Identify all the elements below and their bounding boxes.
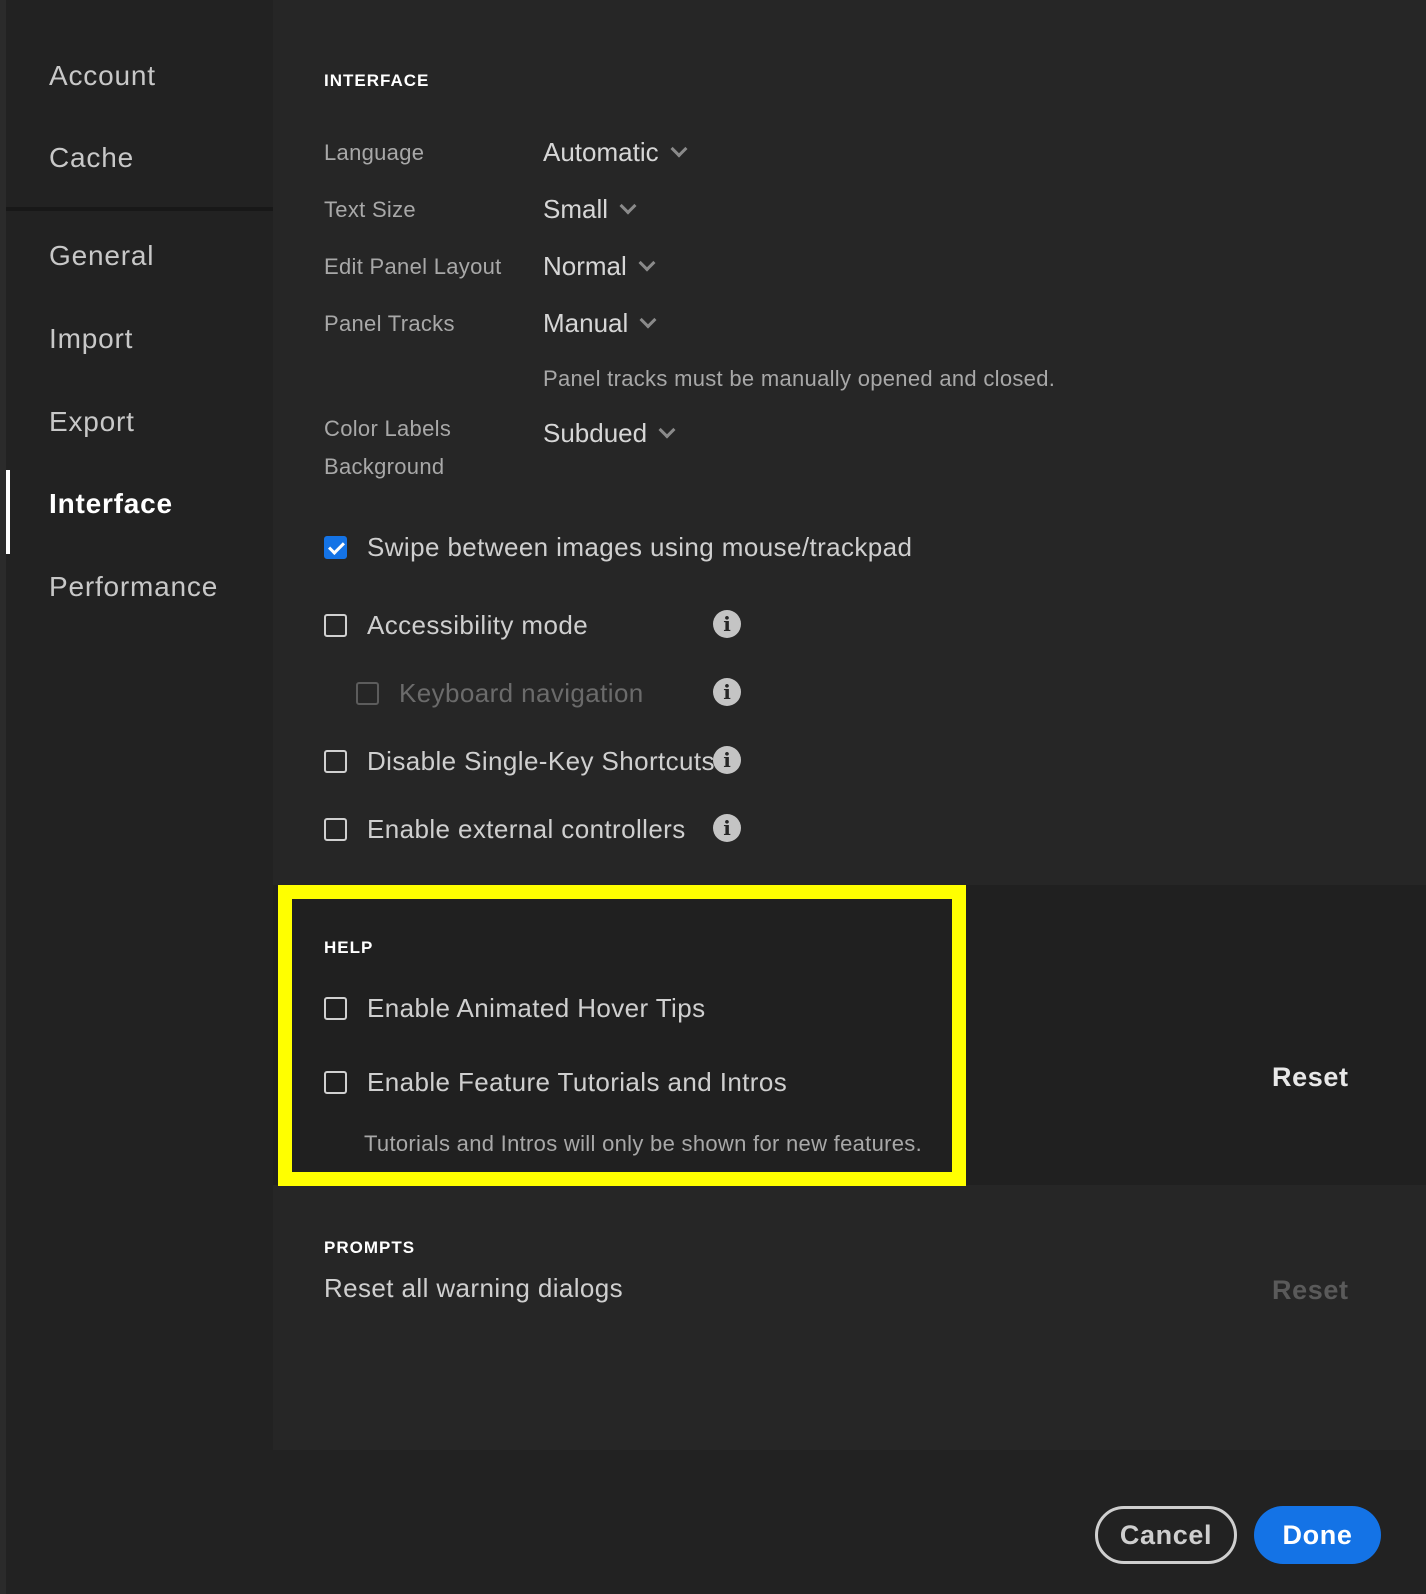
prompts-reset-button[interactable]: Reset (1272, 1275, 1349, 1306)
accessibility-label: Accessibility mode (367, 610, 589, 640)
chevron-down-icon (639, 311, 657, 328)
sidebar-item-cache[interactable]: Cache (49, 142, 134, 174)
info-icon[interactable]: i (713, 610, 741, 638)
swipe-checkbox[interactable] (324, 536, 347, 559)
color-labels-dropdown[interactable]: Subdued (543, 418, 676, 449)
color-labels-label: Color Labels (324, 416, 452, 441)
language-dropdown[interactable]: Automatic (543, 137, 688, 168)
accessibility-checkbox[interactable] (324, 614, 347, 637)
highlight-box (278, 885, 966, 1186)
chevron-down-icon (670, 140, 688, 157)
single-key-option[interactable]: Disable Single-Key Shortcuts (324, 746, 715, 777)
info-icon[interactable]: i (713, 678, 741, 706)
sidebar-item-interface[interactable]: Interface (49, 488, 173, 520)
controllers-label: Enable external controllers (367, 814, 686, 844)
swipe-label: Swipe between images using mouse/trackpa… (367, 532, 913, 562)
help-reset-button[interactable]: Reset (1272, 1062, 1349, 1093)
color-labels-value: Subdued (543, 418, 648, 448)
color-labels-label-line2: Background (324, 454, 445, 479)
panel-tracks-label: Panel Tracks (324, 311, 455, 336)
preferences-sidebar: Account Cache General Import Export Inte… (6, 0, 273, 1594)
chevron-down-icon (619, 197, 637, 214)
keyboard-navigation-checkbox[interactable] (356, 682, 379, 705)
swipe-option[interactable]: Swipe between images using mouse/trackpa… (324, 532, 912, 563)
text-size-label: Text Size (324, 197, 416, 222)
panel-tracks-value: Manual (543, 308, 629, 338)
language-label: Language (324, 140, 425, 165)
text-size-value: Small (543, 194, 609, 224)
edit-panel-layout-label: Edit Panel Layout (324, 254, 502, 279)
done-button[interactable]: Done (1254, 1506, 1381, 1564)
panel-tracks-hint: Panel tracks must be manually opened and… (543, 366, 1056, 391)
sidebar-item-import[interactable]: Import (49, 323, 133, 355)
info-icon[interactable]: i (713, 814, 741, 842)
sidebar-divider (6, 207, 273, 211)
single-key-label: Disable Single-Key Shortcuts (367, 746, 715, 776)
settings-panel: INTERFACE Language Automatic Text Size S… (273, 0, 1426, 1450)
keyboard-navigation-option[interactable]: Keyboard navigation (356, 678, 644, 709)
sidebar-item-export[interactable]: Export (49, 406, 135, 438)
accessibility-option[interactable]: Accessibility mode (324, 610, 588, 641)
controllers-checkbox[interactable] (324, 818, 347, 841)
keyboard-navigation-label: Keyboard navigation (399, 678, 644, 708)
reset-warnings-label: Reset all warning dialogs (324, 1273, 624, 1303)
info-icon[interactable]: i (713, 746, 741, 774)
sidebar-item-performance[interactable]: Performance (49, 571, 218, 603)
edit-panel-layout-dropdown[interactable]: Normal (543, 251, 656, 282)
single-key-checkbox[interactable] (324, 750, 347, 773)
cancel-button[interactable]: Cancel (1095, 1506, 1237, 1564)
chevron-down-icon (658, 421, 676, 438)
chevron-down-icon (638, 254, 656, 271)
edit-panel-layout-value: Normal (543, 251, 627, 281)
language-value: Automatic (543, 137, 659, 167)
sidebar-item-account[interactable]: Account (49, 60, 156, 92)
controllers-option[interactable]: Enable external controllers (324, 814, 686, 845)
sidebar-item-general[interactable]: General (49, 240, 154, 272)
text-size-dropdown[interactable]: Small (543, 194, 637, 225)
panel-tracks-dropdown[interactable]: Manual (543, 308, 657, 339)
interface-section-title: INTERFACE (324, 71, 430, 90)
prompts-section-title: PROMPTS (324, 1238, 416, 1257)
active-indicator (6, 470, 10, 554)
